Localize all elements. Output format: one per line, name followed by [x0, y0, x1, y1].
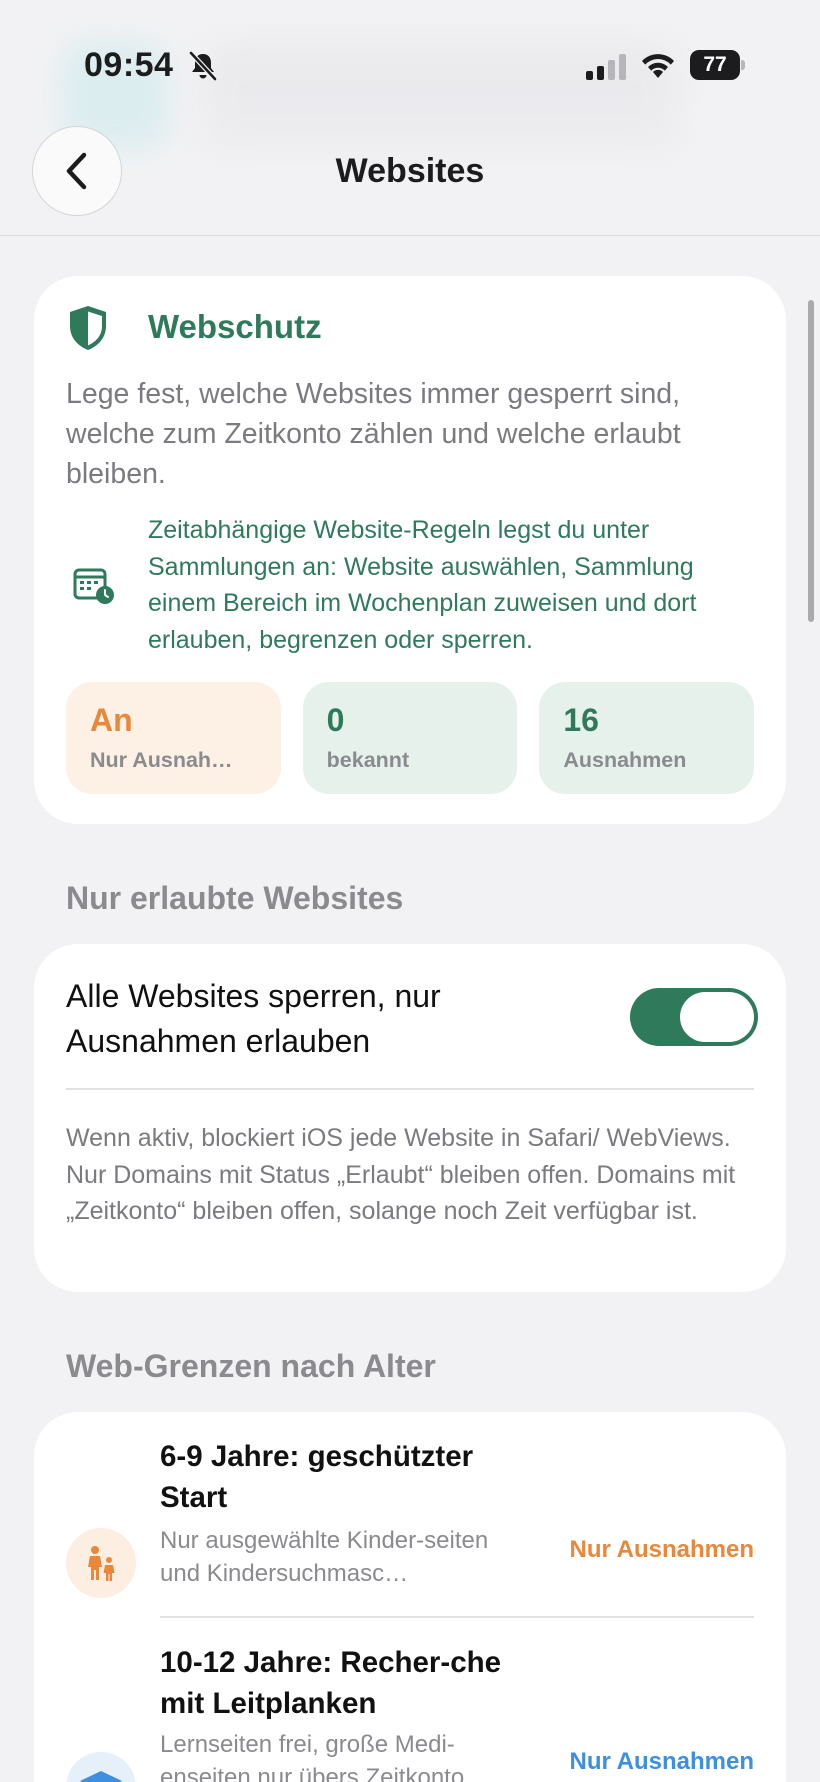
calendar-clock-icon	[73, 568, 114, 604]
scrollbar[interactable]	[808, 300, 814, 622]
age-limit-title: 10-12 Jahre: Recher-che mit Leitplanken	[160, 1646, 502, 1720]
age-limit-subtitle: Lernseiten frei, große Medi-enseiten nur…	[160, 1731, 465, 1782]
screen: 09:54 77 Websites Webschutz Lege fest, w…	[0, 0, 820, 1782]
stats-row: An Nur Ausnah… 0 bekannt 16 Ausnahmen	[66, 682, 755, 794]
age-limit-status: Nur Ausnahmen	[569, 1748, 754, 1775]
family-icon	[88, 1546, 115, 1581]
navigation-bar: Websites	[0, 120, 820, 236]
stat-value: 16	[563, 702, 599, 738]
family-icon	[66, 1528, 136, 1598]
wifi-icon	[642, 54, 674, 78]
battery-tip	[741, 60, 745, 70]
webschutz-title: Webschutz	[148, 308, 322, 345]
age-limit-title: 6-9 Jahre: geschützter Start	[160, 1440, 474, 1514]
stat-known[interactable]: 0 bekannt	[302, 682, 518, 794]
page-title: Websites	[335, 152, 485, 190]
webschutz-description: Lege fest, welche Websites immer gesperr…	[66, 378, 681, 490]
stat-value: 0	[326, 702, 345, 738]
webschutz-card: Webschutz Lege fest, welche Websites imm…	[34, 276, 786, 824]
stat-label: bekannt	[326, 748, 410, 772]
block-all-toggle-label: Alle Websites sperren, nur Ausnahmen erl…	[66, 978, 441, 1059]
time-rules-note: Zeitabhängige Website-Regeln legst du un…	[148, 516, 697, 654]
bell-muted-icon	[189, 51, 217, 81]
stat-value: An	[90, 702, 133, 738]
toggle-knob	[680, 992, 754, 1042]
cellular-signal-icon	[586, 54, 626, 80]
status-time: 09:54	[84, 46, 174, 84]
stat-label: Ausnahmen	[563, 748, 687, 772]
block-all-description: Wenn aktiv, blockiert iOS jede Website i…	[66, 1124, 736, 1225]
graduation-cap-icon	[80, 1771, 122, 1782]
section-title-allowed: Nur erlaubte Websites	[66, 880, 404, 916]
battery-level: 77	[690, 50, 740, 80]
graduation-cap-icon	[66, 1752, 136, 1782]
age-limit-row[interactable]: 6-9 Jahre: geschützter Start Nur ausgewä…	[34, 1436, 786, 1636]
section-title-age-limits: Web-Grenzen nach Alter	[66, 1348, 436, 1384]
battery-indicator: 77	[690, 50, 746, 80]
age-limits-card: 6-9 Jahre: geschützter Start Nur ausgewä…	[34, 1412, 786, 1782]
stat-exceptions[interactable]: 16 Ausnahmen	[539, 682, 755, 794]
stat-label: Nur Ausnah…	[90, 748, 233, 772]
shield-icon	[70, 306, 106, 350]
divider	[66, 1088, 754, 1090]
status-bar: 09:54 77	[0, 0, 820, 154]
stat-mode[interactable]: An Nur Ausnah…	[66, 682, 281, 794]
block-all-toggle[interactable]	[630, 988, 758, 1046]
age-limit-subtitle: Nur ausgewählte Kinder-seiten und Kinder…	[160, 1527, 489, 1587]
allowed-only-card: Alle Websites sperren, nur Ausnahmen erl…	[34, 944, 786, 1292]
divider	[160, 1616, 754, 1618]
age-limit-row[interactable]: 10-12 Jahre: Recher-che mit Leitplanken …	[34, 1642, 786, 1782]
age-limit-status: Nur Ausnahmen	[569, 1536, 754, 1563]
